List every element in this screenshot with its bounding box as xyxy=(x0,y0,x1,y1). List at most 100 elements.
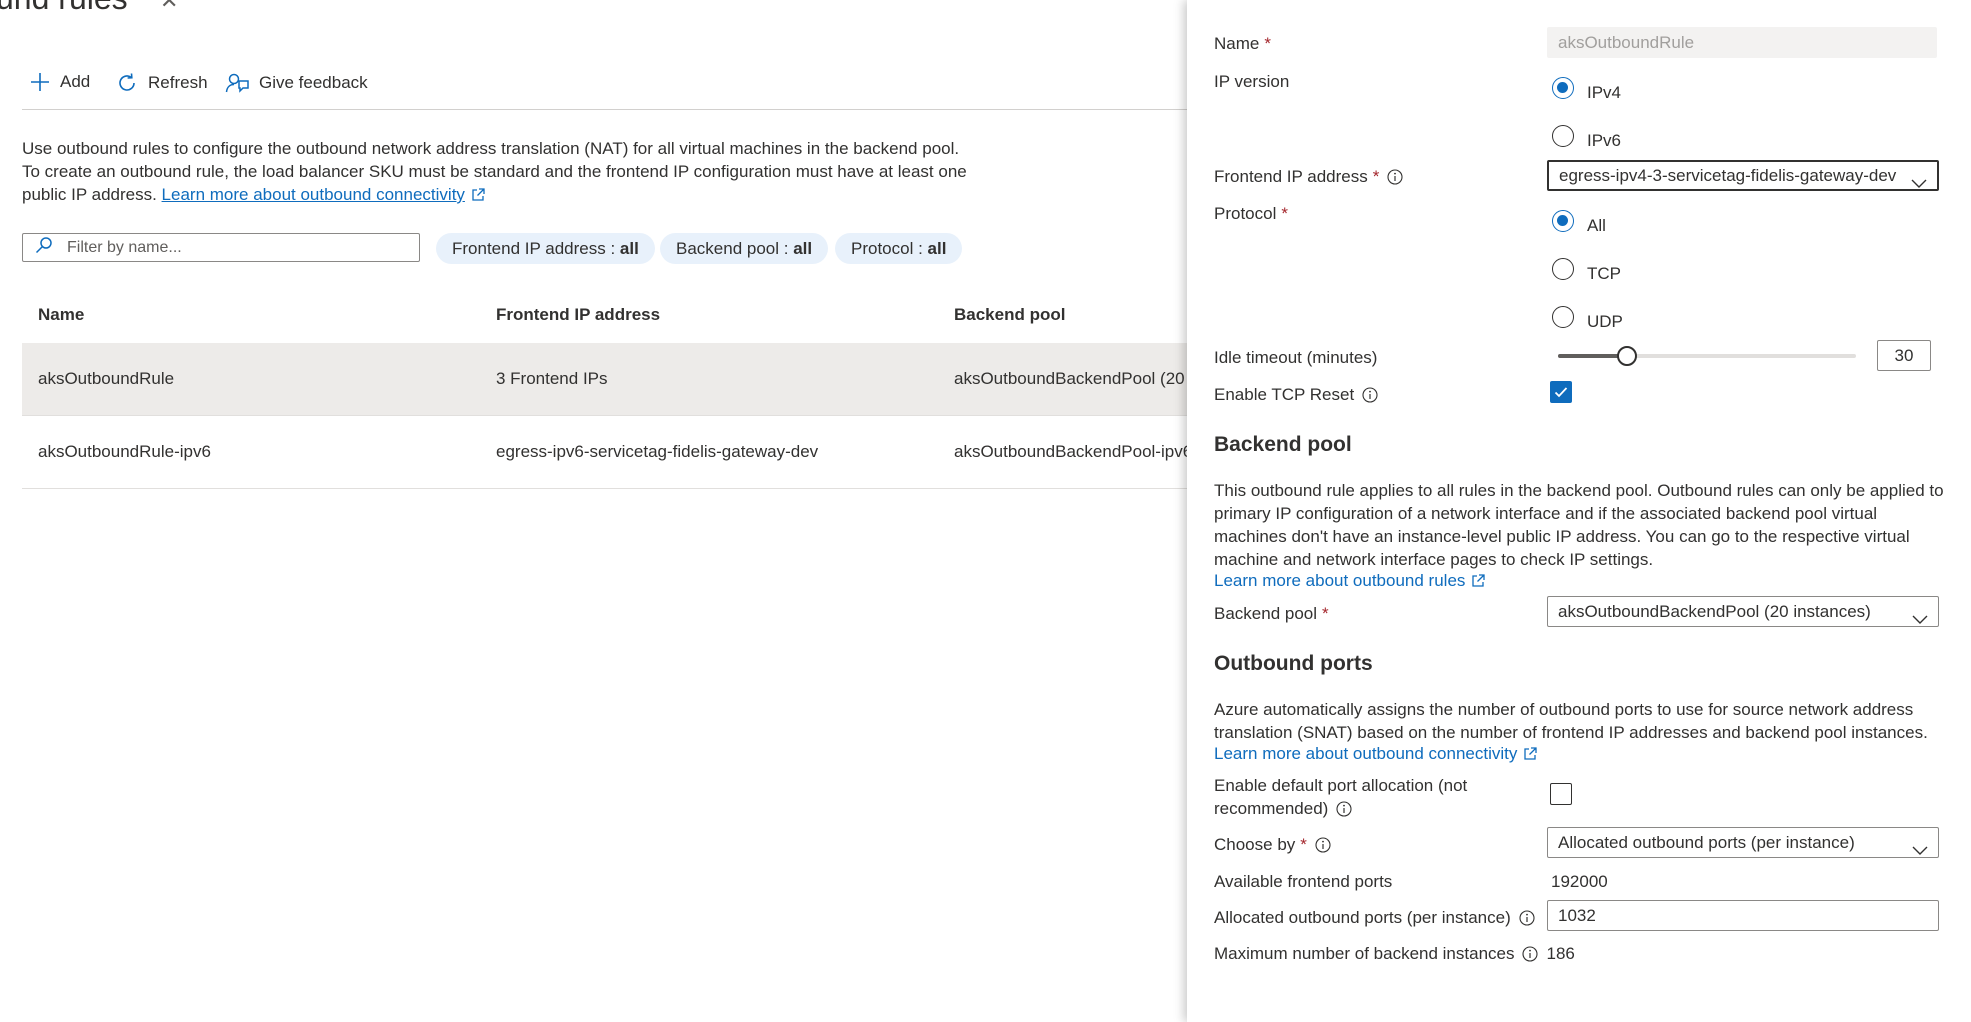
refresh-label: Refresh xyxy=(148,73,208,92)
learn-more-outbound-connectivity: Learn more about outbound connectivity xyxy=(1214,744,1538,766)
info-icon[interactable] xyxy=(1522,946,1539,967)
backend-pool-description: This outbound rule applies to all rules … xyxy=(1214,481,1944,569)
rule-name-link[interactable]: aksOutboundRule xyxy=(38,369,174,389)
label-text: Allocated outbound ports (per instance) xyxy=(1214,908,1511,927)
table-row[interactable]: aksOutboundRule-ipv6 egress-ipv6-service… xyxy=(22,416,1192,489)
max-backend-instances-value: 186 xyxy=(1546,944,1575,963)
backend-pool-selected: aksOutboundBackendPool (20 instances) xyxy=(1558,602,1871,621)
required-asterisk: * xyxy=(1300,835,1307,854)
idle-timeout-slider-thumb[interactable] xyxy=(1616,346,1637,366)
frontend-ip-cell: 3 Frontend IPs xyxy=(496,369,608,388)
give-feedback-label: Give feedback xyxy=(259,73,368,92)
info-icon[interactable] xyxy=(1362,387,1378,408)
protocol-tcp-radio[interactable] xyxy=(1552,258,1574,280)
required-asterisk: * xyxy=(1264,34,1271,53)
close-icon[interactable]: ✕ xyxy=(160,0,178,14)
outbound-rule-panel: Name * aksOutboundRule IP version IPv4 IP… xyxy=(1187,0,1971,1022)
protocol-tcp-label: TCP xyxy=(1587,264,1621,283)
pill-key: Frontend IP address : xyxy=(452,239,620,258)
backend-pool-heading: Backend pool xyxy=(1214,433,1352,456)
idle-timeout-label: Idle timeout (minutes) xyxy=(1214,348,1378,367)
idle-timeout-input[interactable]: 30 xyxy=(1877,340,1931,371)
give-feedback-button[interactable]: Give feedback xyxy=(225,72,368,94)
external-link-icon xyxy=(471,185,485,208)
feedback-icon xyxy=(225,72,249,94)
allocated-outbound-ports-label: Allocated outbound ports (per instance) xyxy=(1214,908,1535,931)
pill-key: Backend pool : xyxy=(676,239,794,258)
default-port-allocation-label-line1: Enable default port allocation (not xyxy=(1214,776,1468,795)
ip-version-label: IP version xyxy=(1214,72,1290,91)
pill-key: Protocol : xyxy=(851,239,928,258)
default-port-allocation-label-line2: recommended) xyxy=(1214,799,1352,822)
ipv4-radio-label: IPv4 xyxy=(1587,83,1622,102)
search-icon xyxy=(23,236,67,259)
default-port-allocation-checkbox[interactable] xyxy=(1550,783,1572,805)
info-icon[interactable] xyxy=(1315,837,1331,858)
label-text: Enable TCP Reset xyxy=(1214,385,1355,404)
pill-value: all xyxy=(793,239,813,258)
info-icon[interactable] xyxy=(1387,169,1403,190)
frontend-ip-cell: egress-ipv6-servicetag-fidelis-gateway-d… xyxy=(496,442,819,461)
info-icon[interactable] xyxy=(1336,801,1352,822)
chevron-down-icon xyxy=(1912,605,1928,626)
name-field: aksOutboundRule xyxy=(1547,27,1937,58)
available-frontend-ports-value: 192000 xyxy=(1551,872,1608,891)
protocol-all-radio[interactable] xyxy=(1552,210,1574,232)
pill-value: all xyxy=(619,239,639,258)
ipv4-radio[interactable] xyxy=(1552,77,1574,99)
info-icon[interactable] xyxy=(1519,910,1535,931)
filter-input[interactable] xyxy=(67,238,397,257)
learn-more-outbound-connectivity-link[interactable]: Learn more about outbound connectivity xyxy=(162,185,465,204)
allocated-outbound-ports-input[interactable]: 1032 xyxy=(1547,900,1939,931)
choose-by-label: Choose by * xyxy=(1214,835,1331,858)
frontend-ip-selected: egress-ipv4-3-servicetag-fidelis-gateway… xyxy=(1559,166,1897,185)
backend-pool-cell: aksOutboundBackendPool-ipv6 xyxy=(954,442,1193,461)
backend-pool-cell: aksOutboundBackendPool (20 xyxy=(954,369,1185,388)
page-title: und rules xyxy=(0,0,128,17)
learn-more-outbound-connectivity-link[interactable]: Learn more about outbound connectivity xyxy=(1214,744,1517,763)
external-link-icon xyxy=(1471,573,1486,593)
frontend-ip-label: Frontend IP address * xyxy=(1214,167,1403,190)
chevron-down-icon xyxy=(1912,836,1928,857)
add-label: Add xyxy=(60,72,91,91)
backend-pool-dropdown[interactable]: aksOutboundBackendPool (20 instances) xyxy=(1547,596,1939,627)
refresh-icon xyxy=(116,72,138,94)
label-text: Maximum number of backend instances xyxy=(1214,944,1515,963)
label-text: Frontend IP address xyxy=(1214,167,1368,186)
tcp-reset-checkbox[interactable] xyxy=(1550,381,1572,403)
filter-pill-backend-pool[interactable]: Backend pool : all xyxy=(660,233,829,264)
backend-pool-label: Backend pool * xyxy=(1214,604,1329,624)
required-asterisk: * xyxy=(1372,167,1380,186)
choose-by-dropdown[interactable]: Allocated outbound ports (per instance) xyxy=(1547,827,1939,858)
filter-pill-protocol[interactable]: Protocol : all xyxy=(835,233,963,264)
table-row[interactable]: aksOutboundRule 3 Frontend IPs aksOutbou… xyxy=(22,343,1187,416)
label-text: Backend pool xyxy=(1214,604,1318,623)
chevron-down-icon xyxy=(1911,170,1927,189)
pill-value: all xyxy=(927,239,947,258)
column-header-name[interactable]: Name xyxy=(38,305,84,325)
learn-more-outbound-rules-link[interactable]: Learn more about outbound rules xyxy=(1214,571,1465,590)
required-asterisk: * xyxy=(1281,204,1288,223)
frontend-ip-dropdown[interactable]: egress-ipv4-3-servicetag-fidelis-gateway… xyxy=(1547,160,1939,191)
name-label: Name * xyxy=(1214,34,1271,54)
label-text: Choose by xyxy=(1214,835,1296,854)
label-text: Protocol xyxy=(1214,204,1277,223)
outbound-ports-heading: Outbound ports xyxy=(1214,652,1373,675)
ipv6-radio[interactable] xyxy=(1552,125,1574,147)
column-header-backend-pool[interactable]: Backend pool xyxy=(954,305,1065,325)
protocol-udp-radio[interactable] xyxy=(1552,306,1574,328)
filter-pill-frontend-ip[interactable]: Frontend IP address : all xyxy=(436,233,655,264)
protocol-all-label: All xyxy=(1587,216,1606,235)
label-text: recommended) xyxy=(1214,799,1329,818)
column-header-frontend-ip[interactable]: Frontend IP address xyxy=(496,305,660,325)
ipv6-radio-label: IPv6 xyxy=(1587,131,1622,150)
filter-search-box[interactable] xyxy=(22,233,420,262)
refresh-button[interactable]: Refresh xyxy=(116,72,208,94)
rule-name-link[interactable]: aksOutboundRule-ipv6 xyxy=(38,442,211,462)
learn-more-outbound-rules: Learn more about outbound rules xyxy=(1214,571,1486,593)
add-button[interactable]: Add xyxy=(30,72,90,92)
label-text: Name xyxy=(1214,34,1260,53)
choose-by-selected: Allocated outbound ports (per instance) xyxy=(1558,833,1855,852)
idle-timeout-slider-track[interactable] xyxy=(1558,346,1856,366)
plus-icon xyxy=(30,72,50,92)
